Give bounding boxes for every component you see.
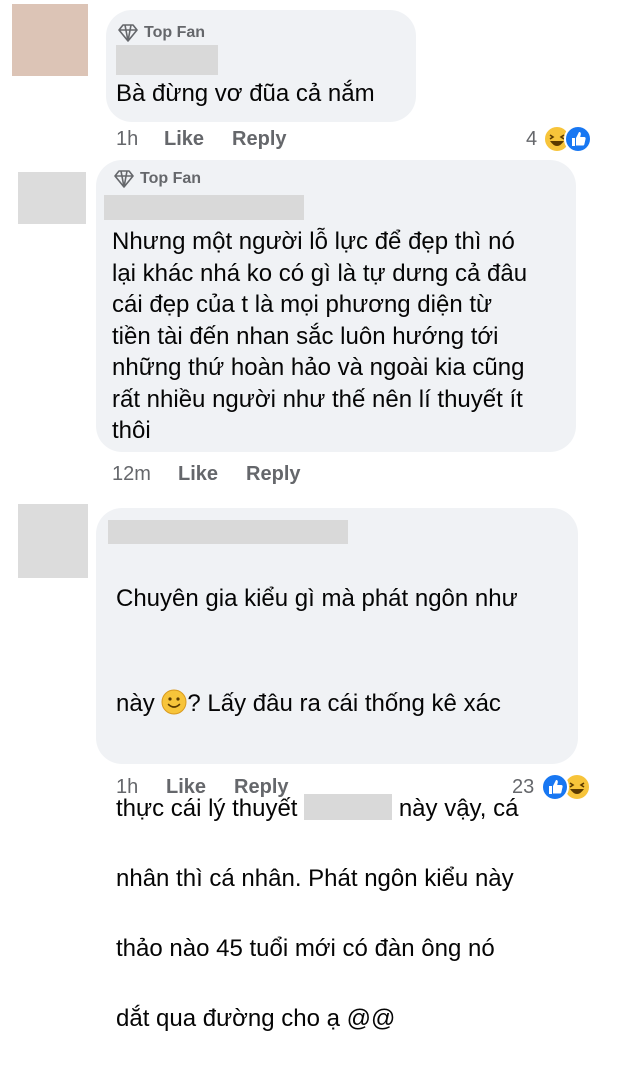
comment-line: này ? Lấy đâu ra cái thống kê xác [116,651,518,721]
redacted-author-name[interactable] [108,520,348,544]
like-button[interactable]: Like [164,128,204,151]
reply-button[interactable]: Reply [246,463,300,486]
like-button[interactable]: Like [166,776,206,799]
avatar[interactable] [18,172,86,224]
reply-button[interactable]: Reply [232,128,286,151]
reaction-summary[interactable]: 4 [526,124,593,154]
like-icon [564,125,593,153]
comment-text-fragment: thực cái lý thuyết [116,795,305,822]
comment-line: dắt qua đường cho ạ @@ [116,1005,396,1032]
reaction-icons [543,125,593,153]
comment-line: nhân thì cá nhân. Phát ngôn kiểu này [116,865,514,892]
like-button[interactable]: Like [178,463,218,486]
reaction-summary[interactable]: 23 [512,772,592,802]
comment-actions: 1h Like Reply [116,776,289,799]
reaction-icons [541,773,592,801]
comment-actions: 12m Like Reply [112,463,301,486]
comment-line: Chuyên gia kiểu gì mà phát ngôn như [116,585,518,612]
comment-time[interactable]: 12m [112,463,178,486]
top-fan-badge: Top Fan [118,24,205,42]
comment-text-fragment: này [116,690,162,717]
redacted-author-name[interactable] [116,45,218,75]
diamond-icon [114,170,134,188]
avatar[interactable] [12,4,88,76]
comment-text: Bà đừng vơ đũa cả nắm [116,80,375,107]
badge-label: Top Fan [144,24,206,41]
comment-text-fragment: này vậy, cá [392,795,519,822]
comment-actions: 1h Like Reply [116,128,287,151]
reply-button[interactable]: Reply [234,776,288,799]
reaction-count: 23 [512,775,535,798]
diamond-icon [118,24,138,42]
comment-line: thảo nào 45 tuổi mới có đàn ông nó [116,935,495,962]
comment-text: Nhưng một người lỗ lực để đẹp thì nó lại… [112,228,528,444]
redacted-author-name[interactable] [104,195,304,220]
slight-smile-emoji-icon [161,689,187,715]
comment-text-fragment: ? Lấy đâu ra cái thống kê xác [187,690,501,717]
top-fan-badge: Top Fan [114,170,201,188]
redacted-text [304,794,393,820]
badge-label: Top Fan [140,170,202,187]
comment-text: Chuyên gia kiểu gì mà phát ngôn như này … [116,546,518,1071]
avatar[interactable] [18,504,88,578]
comment-time[interactable]: 1h [116,128,164,151]
comment-time[interactable]: 1h [116,776,166,799]
reaction-count: 4 [526,127,538,150]
like-icon [541,773,570,801]
